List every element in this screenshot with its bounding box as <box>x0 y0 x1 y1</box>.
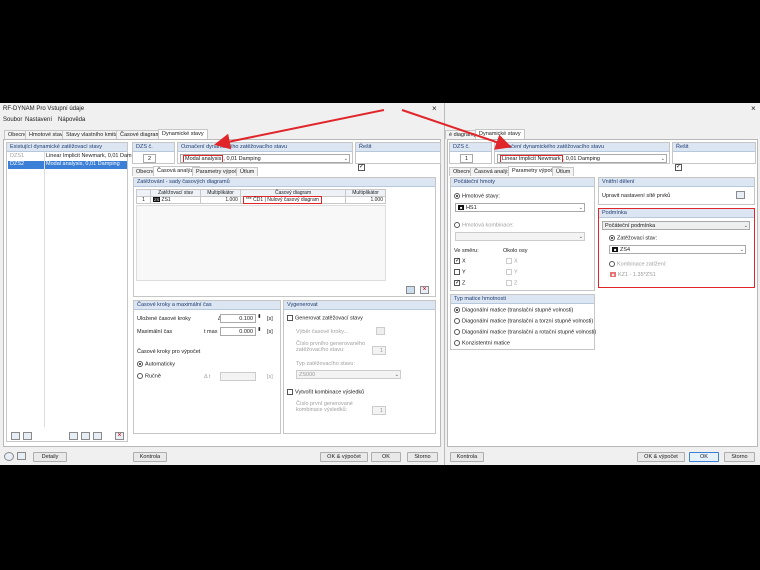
annotation-arrows <box>214 109 512 150</box>
arrow-right <box>401 109 512 150</box>
arrow-left <box>214 109 385 150</box>
